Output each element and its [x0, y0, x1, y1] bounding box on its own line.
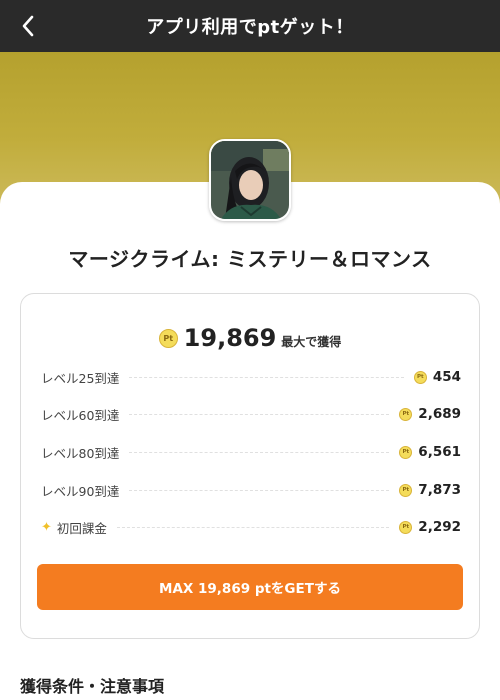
- total-suffix: 最大で獲得: [281, 334, 342, 349]
- notes-heading: 獲得条件・注意事項: [20, 677, 165, 696]
- pt-coin-icon: Pt: [399, 445, 413, 459]
- row-divider: [129, 451, 390, 453]
- row-divider: [116, 526, 390, 528]
- pt-coin-icon: Pt: [399, 483, 413, 497]
- top-bar: アプリ利用でptゲット！: [0, 0, 500, 52]
- app-name: マージクライム: ミステリー＆ロマンス: [68, 247, 432, 271]
- pt-coin-icon: Pt: [399, 407, 413, 421]
- reward-value: 2,292: [418, 519, 461, 535]
- reward-label: レベル60到達: [41, 407, 120, 423]
- pt-coin-icon: Pt: [158, 328, 178, 348]
- reward-value: 6,561: [418, 444, 461, 460]
- reward-row: ✦ 初回課金 Pt 2,292: [41, 515, 461, 539]
- total-reward: Pt 19,869 最大で獲得: [21, 324, 479, 352]
- reward-value: 454: [432, 369, 461, 385]
- row-divider: [129, 489, 390, 491]
- chevron-left-icon: [22, 15, 34, 37]
- reward-row: レベル60到達 Pt 2,689: [41, 402, 461, 426]
- reward-label: レベル25到達: [41, 370, 120, 386]
- reward-label: レベル90到達: [41, 483, 120, 499]
- sparkle-icon: ✦: [41, 519, 52, 535]
- row-divider: [129, 376, 404, 378]
- reward-row: レベル80到達 Pt 6,561: [41, 440, 461, 464]
- reward-row: レベル90到達 Pt 7,873: [41, 478, 461, 502]
- reward-value: 2,689: [418, 406, 461, 422]
- get-points-button[interactable]: MAX 19,869 ptをGETする: [37, 564, 463, 610]
- reward-card: Pt 19,869 最大で獲得 レベル25到達 Pt 454 レベル60到達 P…: [20, 293, 480, 639]
- row-divider: [129, 413, 390, 415]
- page-title: アプリ利用でptゲット！: [146, 17, 354, 38]
- reward-value: 7,873: [418, 482, 461, 498]
- reward-label: 初回課金: [56, 520, 107, 536]
- app-icon: [209, 139, 291, 221]
- reward-label: レベル80到達: [41, 445, 120, 461]
- pt-coin-icon: Pt: [399, 520, 413, 534]
- pt-coin-icon: Pt: [413, 370, 427, 384]
- reward-row: レベル25到達 Pt 454: [41, 365, 461, 389]
- back-button[interactable]: [14, 12, 42, 40]
- total-value: 19,869: [183, 324, 277, 352]
